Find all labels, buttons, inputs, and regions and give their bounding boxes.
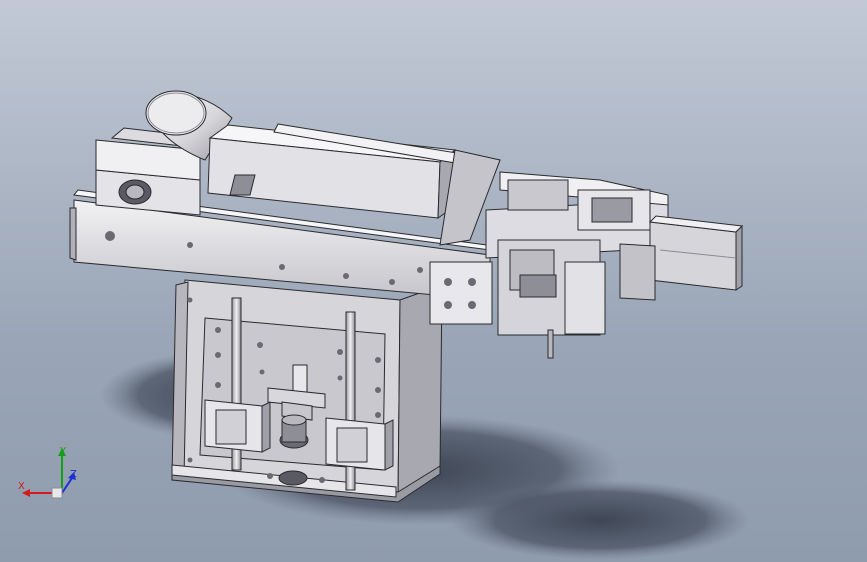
z-axis-line [61, 477, 73, 494]
y-axis-label: Y [60, 446, 67, 457]
cad-model-canvas[interactable] [0, 0, 867, 562]
z-axis-label: Z [70, 469, 77, 480]
x-axis-label: X [18, 481, 25, 492]
3d-viewport[interactable]: X Y Z [0, 0, 867, 562]
triad-origin-cube [51, 487, 63, 499]
